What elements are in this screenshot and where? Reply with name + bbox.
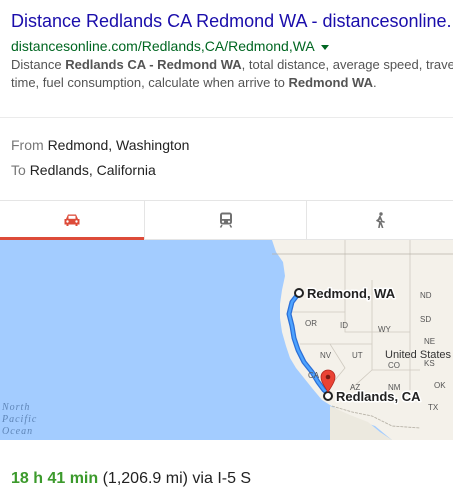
destination-marker[interactable] [323,391,333,401]
snippet-highlight: Redmond WA [288,75,373,90]
map-region-label: CO [388,361,400,370]
tab-driving[interactable] [0,201,145,240]
result-title-link[interactable]: Distance Redlands CA Redmond WA - distan… [11,11,453,32]
map-region-label: CA [308,371,320,380]
result-snippet: Distance Redlands CA - Redmond WA, total… [11,56,453,92]
origin-marker[interactable] [294,288,304,298]
tab-walking[interactable] [307,201,453,239]
walking-icon [376,212,385,228]
result-url: distancesonline.com/Redlands,CA/Redmond,… [11,38,329,54]
snippet-text: . [372,75,377,90]
map-region-label: OR [305,319,317,328]
car-icon [64,214,80,226]
travel-time: 18 h 41 min [11,470,99,487]
ocean-label: Pacific [1,414,37,425]
map-region-label: WY [378,325,392,334]
route-to: To Redlands, California [11,162,156,178]
origin-label: Redmond, WA [307,286,396,301]
map-region-label: NV [320,351,332,360]
map-country-label: United States [385,349,452,361]
from-value: Redmond, Washington [47,137,190,153]
map-region-label: SD [420,315,431,324]
ocean-label: Ocean [2,426,33,437]
ocean-label: North [1,402,30,413]
to-label: To [11,162,26,178]
map-canvas: ND SD NE KS OK TX OR ID WY NV UT CO CA A… [0,240,453,440]
train-icon [219,212,232,228]
route-map[interactable]: ND SD NE KS OK TX OR ID WY NV UT CO CA A… [0,240,453,440]
divider [0,117,453,118]
travel-mode-tabs [0,200,453,240]
map-region-label: UT [352,351,363,360]
tab-transit[interactable] [145,201,307,239]
route-from: From Redmond, Washington [11,137,189,153]
chevron-down-icon[interactable] [320,44,329,50]
destination-label: Redlands, CA [336,389,421,404]
snippet-text: Distance [11,57,66,72]
map-region-label: ND [420,291,432,300]
to-value: Redlands, California [29,162,156,178]
route-summary: 18 h 41 min (1,206.9 mi) via I-5 S [11,470,251,488]
result-url-text: distancesonline.com/Redlands,CA/Redmond,… [11,38,315,54]
map-region-label: OK [434,381,446,390]
from-label: From [11,137,44,153]
snippet-highlight: Redlands CA - Redmond WA [65,57,242,72]
map-region-label: NE [424,337,435,346]
map-region-label: TX [428,403,439,412]
route-details: (1,206.9 mi) via I-5 S [98,470,252,487]
map-region-label: ID [340,321,348,330]
